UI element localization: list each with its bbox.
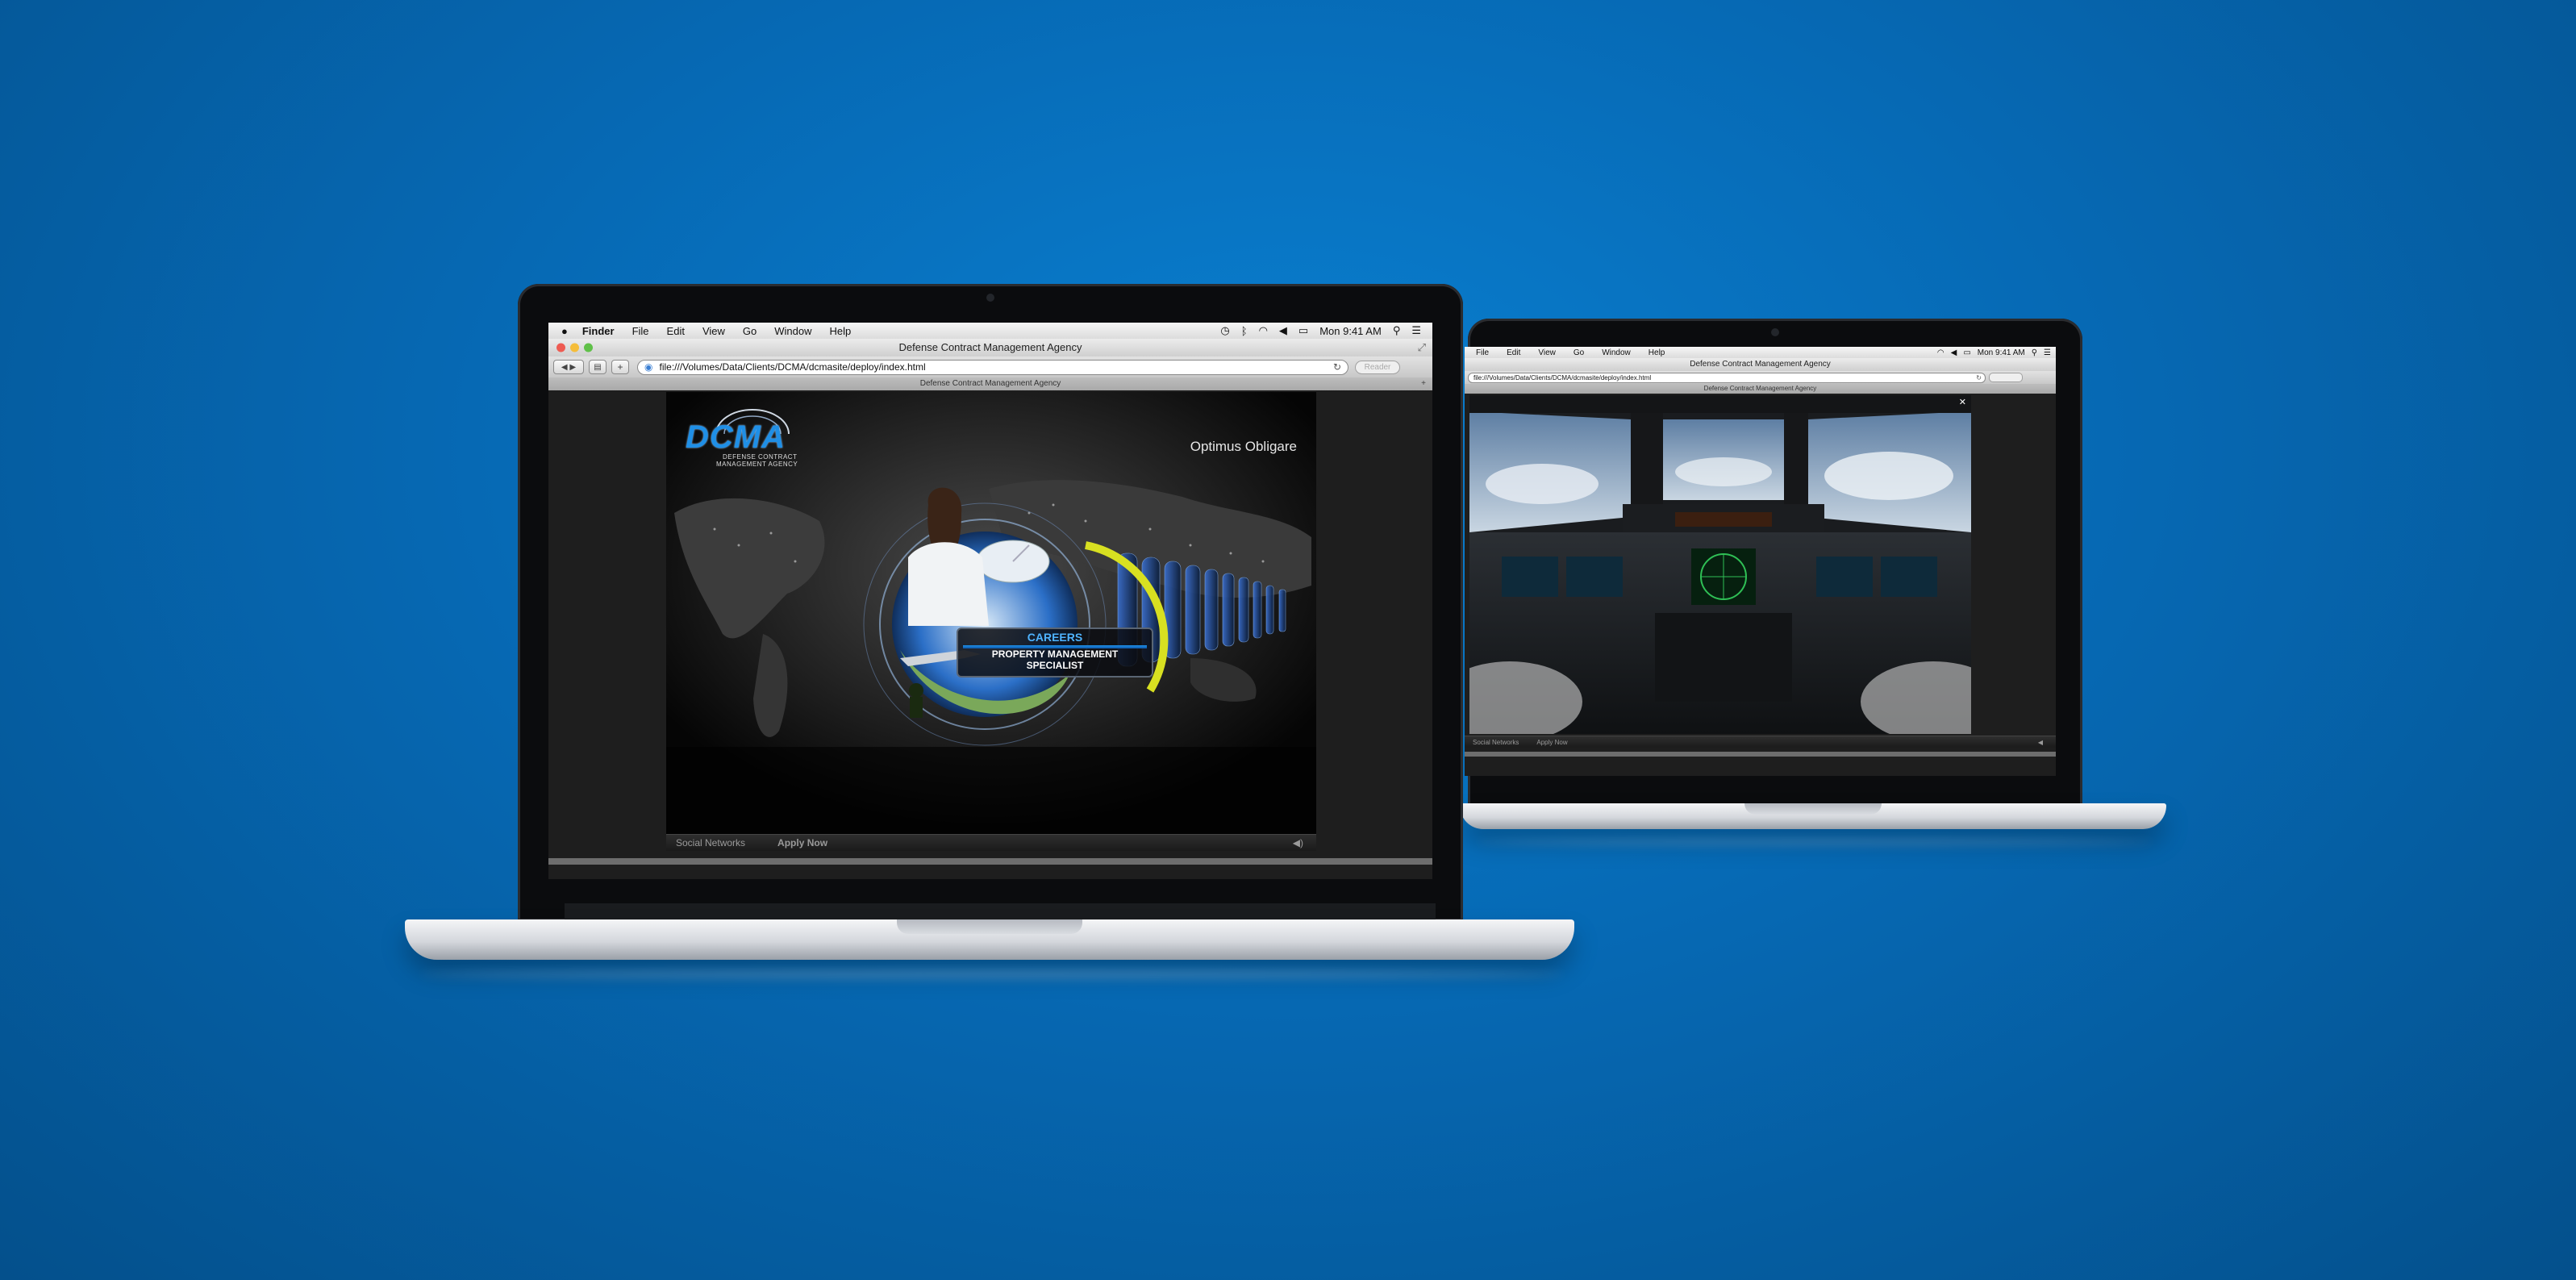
careers-line-2: SPECIALIST (1026, 660, 1084, 671)
back-reload-icon[interactable]: ↻ (1976, 374, 1982, 381)
careers-panel[interactable]: CAREERS PROPERTY MANAGEMENT SPECIALIST (957, 627, 1153, 678)
back-titlebar: Defense Contract Management Agency (1465, 358, 2056, 372)
reader-button[interactable]: Reader (1355, 360, 1400, 374)
share-button[interactable]: ▤ (589, 360, 606, 374)
back-camera (1771, 328, 1779, 336)
bluetooth-icon[interactable]: ᛒ (1241, 325, 1248, 337)
window-title: Defense Contract Management Agency (898, 341, 1082, 353)
globe-icon: ◉ (644, 361, 653, 373)
back-tab-title[interactable]: Defense Contract Management Agency (1704, 385, 1817, 392)
front-laptop-base (405, 919, 1574, 960)
apple-icon[interactable]: ● (561, 325, 568, 337)
menu-help[interactable]: Help (830, 325, 852, 337)
back-viewport: ✕ Social Networks Apply Now ◀ (1465, 394, 2056, 776)
back-apply-now[interactable]: Apply Now (1536, 739, 1567, 746)
back-menu-window[interactable]: Window (1602, 348, 1631, 357)
back-list-icon[interactable]: ☰ (2044, 348, 2051, 357)
add-bookmark-button[interactable]: + (611, 360, 629, 374)
reload-icon[interactable]: ↻ (1333, 361, 1341, 373)
back-expand-icon[interactable]: ✕ (1959, 397, 1966, 407)
back-speaker-toggle-icon[interactable]: ◀ (2038, 739, 2043, 746)
wifi-icon[interactable]: ◠ (1259, 324, 1268, 337)
apply-now-link[interactable]: Apply Now (777, 837, 827, 848)
speaker-toggle-icon[interactable]: ◀) (1293, 837, 1303, 848)
menu-go[interactable]: Go (743, 325, 757, 337)
back-toolbar: file:///Volumes/Data/Clients/DCMA/dcmasi… (1465, 371, 2056, 385)
back-reader-button[interactable] (1989, 373, 2023, 382)
time-machine-icon[interactable]: ◷ (1220, 324, 1229, 337)
back-menu-view[interactable]: View (1538, 348, 1556, 357)
front-tabbar: Defense Contract Management Agency + (548, 377, 1432, 391)
social-networks-link[interactable]: Social Networks (676, 837, 745, 848)
back-search-icon[interactable]: ⚲ (2032, 348, 2037, 357)
front-titlebar: Defense Contract Management Agency ⤢ (548, 339, 1432, 357)
list-icon[interactable]: ☰ (1411, 324, 1421, 337)
back-wifi-icon[interactable]: ◠ (1937, 348, 1945, 357)
front-footer-bar: Social Networks Apply Now ◀) (666, 834, 1316, 851)
back-reflection (1476, 839, 2153, 845)
back-clock[interactable]: Mon 9:41 AM (1978, 348, 2025, 357)
front-camera (986, 294, 994, 302)
url-text: file:///Volumes/Data/Clients/DCMA/dcmasi… (659, 361, 926, 373)
back-speaker-icon[interactable]: ◀ (1951, 348, 1957, 357)
back-bottom-line (1465, 752, 2056, 757)
minimize-button[interactable] (570, 343, 579, 352)
front-viewport: DCMA DEFENSE CONTRACT MANAGEMENT AGENCY … (548, 390, 1432, 879)
careers-line-1: PROPERTY MANAGEMENT (991, 648, 1119, 660)
dcma-logo-sub-2: MANAGEMENT AGENCY (716, 461, 798, 468)
back-social-networks[interactable]: Social Networks (1473, 739, 1519, 746)
back-base-notch (1744, 803, 1882, 815)
search-icon[interactable]: ⚲ (1393, 324, 1401, 337)
menu-view[interactable]: View (702, 325, 725, 337)
back-battery-icon[interactable]: ▭ (1963, 348, 1970, 357)
cockpit-image (1469, 395, 1971, 734)
front-bottom-line (548, 858, 1432, 865)
dcma-logo[interactable]: DCMA DEFENSE CONTRACT MANAGEMENT AGENCY (686, 409, 815, 468)
back-footer-bar: Social Networks Apply Now ◀ (1465, 736, 2056, 748)
front-menubar: ● Finder File Edit View Go Window Help ◷… (548, 323, 1432, 340)
menu-edit[interactable]: Edit (667, 325, 685, 337)
menu-window[interactable]: Window (774, 325, 811, 337)
back-cockpit-site: ✕ (1469, 395, 1971, 734)
back-menu-file[interactable]: File (1476, 348, 1489, 357)
close-button[interactable] (556, 343, 565, 352)
speaker-icon[interactable]: ◀ (1279, 324, 1287, 337)
back-laptop-base (1460, 803, 2166, 829)
back-screen: File Edit View Go Window Help ◠ ◀ ▭ Mon … (1465, 347, 2056, 776)
menu-clock[interactable]: Mon 9:41 AM (1319, 325, 1382, 337)
dcma-motto: Optimus Obligare (1190, 439, 1297, 454)
front-screen: ● Finder File Edit View Go Window Help ◷… (548, 323, 1432, 879)
fullscreen-icon[interactable]: ⤢ (1418, 339, 1426, 356)
menu-file[interactable]: File (632, 325, 649, 337)
new-tab-button[interactable]: + (1421, 377, 1426, 390)
back-menubar: File Edit View Go Window Help ◠ ◀ ▭ Mon … (1465, 347, 2056, 359)
careers-heading: CAREERS (1027, 631, 1083, 644)
front-hinge (565, 903, 1436, 919)
back-menu-help[interactable]: Help (1649, 348, 1665, 357)
back-menu-go[interactable]: Go (1574, 348, 1584, 357)
front-base-notch (897, 919, 1082, 934)
dcma-site: DCMA DEFENSE CONTRACT MANAGEMENT AGENCY … (666, 392, 1316, 834)
url-bar[interactable]: ◉ file:///Volumes/Data/Clients/DCMA/dcma… (637, 359, 1348, 375)
battery-icon[interactable]: ▭ (1298, 324, 1308, 337)
window-controls (556, 343, 593, 352)
dcma-logo-text: DCMA (686, 419, 786, 455)
tab-title[interactable]: Defense Contract Management Agency (920, 379, 1061, 388)
front-toolbar: ◀ ▶ ▤ + ◉ file:///Volumes/Data/Clients/D… (548, 356, 1432, 378)
back-window-title: Defense Contract Management Agency (1690, 360, 1831, 369)
front-reflection (419, 969, 1565, 979)
zoom-button[interactable] (584, 343, 593, 352)
back-url-bar[interactable]: file:///Volumes/Data/Clients/DCMA/dcmasi… (1468, 372, 1986, 383)
back-forward-buttons[interactable]: ◀ ▶ (553, 360, 584, 374)
back-url-text: file:///Volumes/Data/Clients/DCMA/dcmasi… (1473, 373, 1652, 381)
menu-finder[interactable]: Finder (582, 325, 615, 337)
back-menu-edit[interactable]: Edit (1507, 348, 1520, 357)
